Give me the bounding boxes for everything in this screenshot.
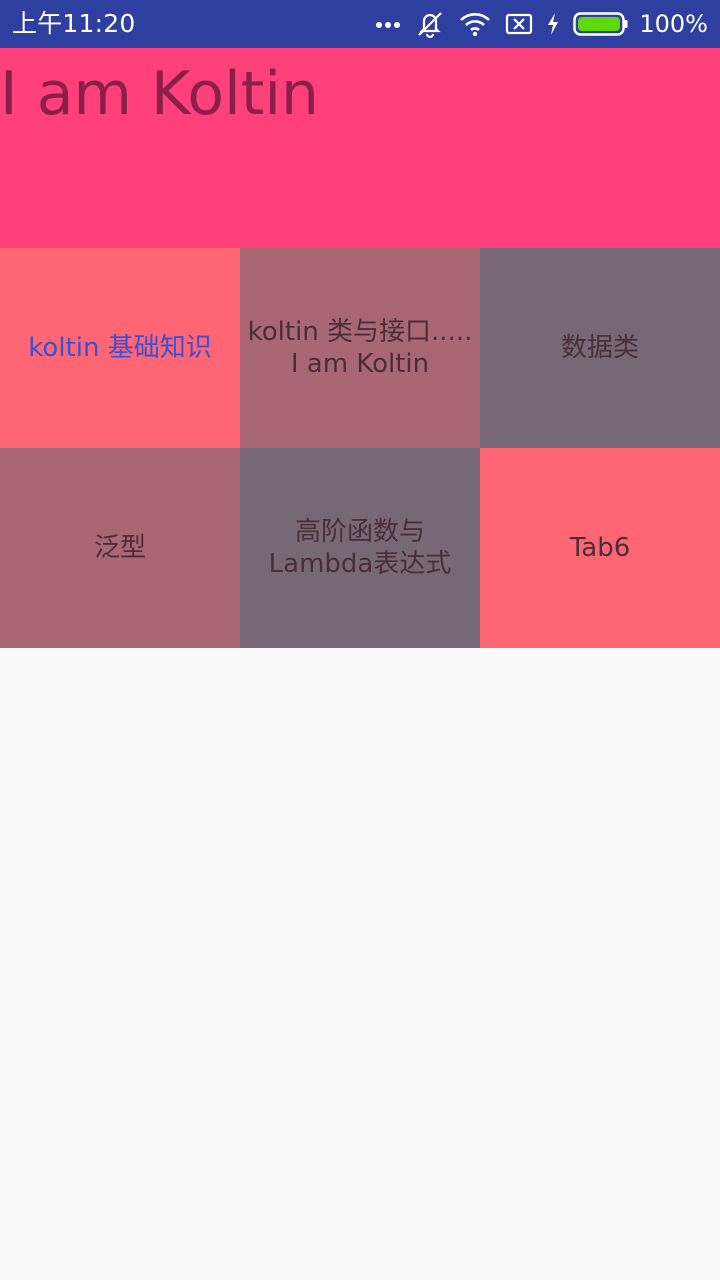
tab-label: koltin 类与接口..... I am Koltin [247, 317, 473, 379]
header-banner: I am Koltin [0, 48, 720, 248]
tab-data-classes[interactable]: 数据类 [480, 248, 720, 448]
status-icons: 100% [375, 0, 708, 48]
tab-label: koltin 基础知识 [28, 333, 212, 363]
tab-6[interactable]: Tab6 [480, 448, 720, 648]
tab-koltin-basics[interactable]: koltin 基础知识 [0, 248, 240, 448]
tab-koltin-classes-interfaces[interactable]: koltin 类与接口..... I am Koltin [240, 248, 480, 448]
page-title: I am Koltin [0, 59, 320, 129]
tab-generics[interactable]: 泛型 [0, 448, 240, 648]
battery-fill [578, 17, 621, 31]
status-time: 上午11:20 [12, 9, 136, 38]
tab-label: 高阶函数与 Lambda表达式 [268, 517, 452, 579]
status-bar: 上午11:20 100% [0, 0, 720, 48]
tab-label: Tab6 [569, 533, 631, 563]
charging-bolt-icon [548, 13, 559, 35]
sim-error-icon [506, 13, 533, 35]
battery-icon [573, 12, 628, 36]
wifi-icon [460, 13, 491, 37]
tab-label: 数据类 [560, 333, 639, 363]
tab-label: 泛型 [93, 533, 146, 563]
content-area [0, 648, 720, 1280]
more-dots-icon [376, 22, 401, 28]
battery-percent: 100% [639, 10, 708, 38]
mute-vibrate-icon [418, 12, 443, 39]
tab-higher-order-lambda[interactable]: 高阶函数与 Lambda表达式 [240, 448, 480, 648]
tab-grid: koltin 基础知识 koltin 类与接口..... I am Koltin… [0, 248, 720, 648]
